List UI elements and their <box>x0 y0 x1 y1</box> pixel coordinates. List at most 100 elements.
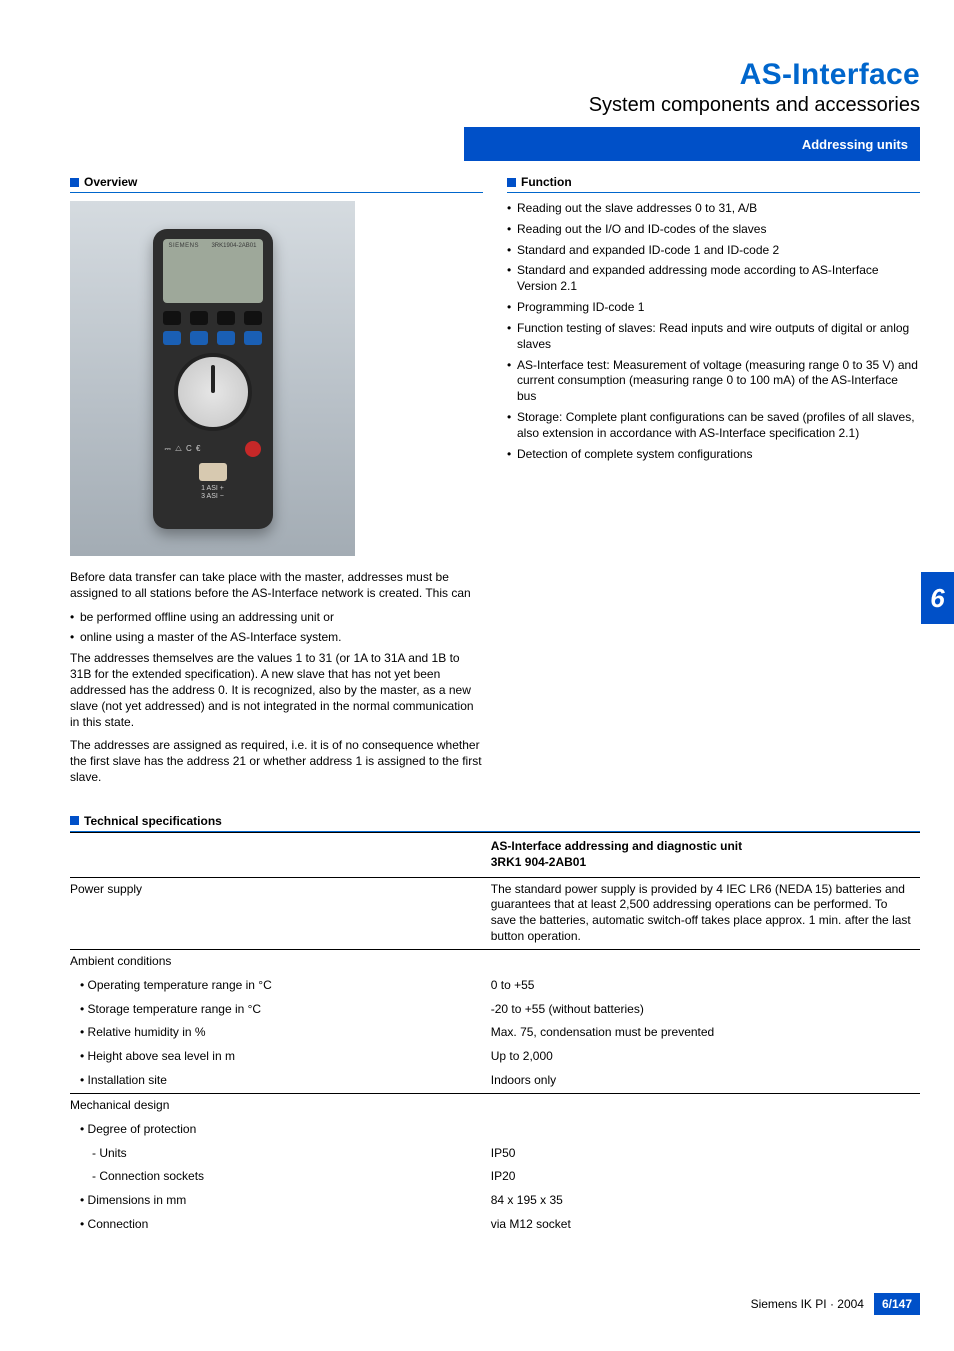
device-brand: SIEMENS <box>169 243 200 249</box>
square-bullet-icon <box>70 816 79 825</box>
page-number: 6/147 <box>874 1293 920 1315</box>
overview-p3: The addresses are assigned as required, … <box>70 738 483 785</box>
spec-val: Indoors only <box>491 1069 920 1093</box>
table-row: • Height above sea level in m Up to 2,00… <box>70 1045 920 1069</box>
device-power-button <box>245 441 261 457</box>
device-button <box>190 311 208 325</box>
spec-key: - Connection sockets <box>70 1165 491 1189</box>
device-button <box>244 311 262 325</box>
device-asi1: 1 ASI + <box>163 485 263 493</box>
device-btn-row-1 <box>163 311 263 325</box>
table-row: - Units IP50 <box>70 1142 920 1166</box>
col-header-l2: 3RK1 904-2AB01 <box>491 855 914 871</box>
list-item: Detection of complete system configurati… <box>507 447 920 463</box>
spec-key: • Height above sea level in m <box>70 1045 491 1069</box>
list-item: be performed offline using an addressing… <box>70 610 483 626</box>
device-button <box>217 311 235 325</box>
col-header-l1: AS-Interface addressing and diagnostic u… <box>491 839 914 855</box>
table-row: Mechanical design <box>70 1093 920 1117</box>
spec-val: IP50 <box>491 1142 920 1166</box>
spec-key: Ambient conditions <box>70 949 491 973</box>
table-row: • Storage temperature range in °C -20 to… <box>70 998 920 1022</box>
device-model: 3RK1904-2AB01 <box>211 243 256 249</box>
list-item: Standard and expanded addressing mode ac… <box>507 263 920 295</box>
spec-val: 84 x 195 x 35 <box>491 1189 920 1213</box>
overview-heading-row: Overview <box>70 175 483 193</box>
table-row: • Relative humidity in % Max. 75, conden… <box>70 1021 920 1045</box>
spec-val: -20 to +55 (without batteries) <box>491 998 920 1022</box>
square-bullet-icon <box>507 178 516 187</box>
page-footer: Siemens IK PI · 2004 6/147 <box>70 1293 920 1315</box>
table-row: Ambient conditions <box>70 949 920 973</box>
tech-heading: Technical specifications <box>84 814 222 828</box>
doc-subtitle: System components and accessories <box>70 94 920 117</box>
spec-key: • Dimensions in mm <box>70 1189 491 1213</box>
device-dial <box>174 353 252 431</box>
device-button <box>163 331 181 345</box>
square-bullet-icon <box>70 178 79 187</box>
spec-key: • Operating temperature range in °C <box>70 974 491 998</box>
table-row: • Installation site Indoors only <box>70 1069 920 1093</box>
spec-val <box>491 1093 920 1117</box>
device-asi2: 3 ASI − <box>163 493 263 501</box>
list-item: Reading out the I/O and ID-codes of the … <box>507 222 920 238</box>
list-item: Programming ID-code 1 <box>507 300 920 316</box>
left-column: Overview SIEMENS 3RK1904-2AB01 <box>70 175 483 794</box>
function-heading: Function <box>521 175 572 189</box>
spec-key: Power supply <box>70 877 491 949</box>
spec-val: via M12 socket <box>491 1213 920 1237</box>
right-column: Function Reading out the slave addresses… <box>507 175 920 794</box>
page-header: AS-Interface System components and acces… <box>70 58 920 117</box>
spec-key: Mechanical design <box>70 1093 491 1117</box>
table-header-row: AS-Interface addressing and diagnostic u… <box>70 832 920 877</box>
overview-p2: The addresses themselves are the values … <box>70 651 483 730</box>
spec-key: • Installation site <box>70 1069 491 1093</box>
table-row: Power supply The standard power supply i… <box>70 877 920 949</box>
product-image: SIEMENS 3RK1904-2AB01 <box>70 201 355 556</box>
overview-p1: Before data transfer can take place with… <box>70 570 483 602</box>
device-lcd: SIEMENS 3RK1904-2AB01 <box>163 239 263 303</box>
spec-val <box>491 1118 920 1142</box>
section-band-label: Addressing units <box>802 137 908 152</box>
function-heading-row: Function <box>507 175 920 193</box>
device-illustration: SIEMENS 3RK1904-2AB01 <box>153 229 273 529</box>
list-item: online using a master of the AS-Interfac… <box>70 630 483 646</box>
table-header-empty <box>70 832 491 877</box>
list-item: Function testing of slaves: Read inputs … <box>507 321 920 353</box>
section-band: Addressing units <box>464 127 920 161</box>
spec-key: • Storage temperature range in °C <box>70 998 491 1022</box>
spec-key: - Units <box>70 1142 491 1166</box>
overview-bullets: be performed offline using an addressing… <box>70 610 483 647</box>
device-port <box>199 463 227 481</box>
table-row: • Degree of protection <box>70 1118 920 1142</box>
function-bullets: Reading out the slave addresses 0 to 31,… <box>507 201 920 463</box>
table-header-value: AS-Interface addressing and diagnostic u… <box>491 832 920 877</box>
spec-table: AS-Interface addressing and diagnostic u… <box>70 832 920 1237</box>
spec-val <box>491 949 920 973</box>
spec-val: Max. 75, condensation must be prevented <box>491 1021 920 1045</box>
device-button <box>163 311 181 325</box>
spec-key: • Relative humidity in % <box>70 1021 491 1045</box>
device-cert-icons: ⎓ △ C € <box>165 444 202 454</box>
table-row: - Connection sockets IP20 <box>70 1165 920 1189</box>
spec-key: • Connection <box>70 1213 491 1237</box>
spec-val: IP20 <box>491 1165 920 1189</box>
device-btn-row-2 <box>163 331 263 345</box>
spec-val: The standard power supply is provided by… <box>491 877 920 949</box>
table-row: • Connection via M12 socket <box>70 1213 920 1237</box>
footer-text: Siemens IK PI · 2004 <box>751 1297 864 1311</box>
content-columns: Overview SIEMENS 3RK1904-2AB01 <box>70 175 920 794</box>
list-item: Reading out the slave addresses 0 to 31,… <box>507 201 920 217</box>
table-row: • Operating temperature range in °C 0 to… <box>70 974 920 998</box>
device-button <box>217 331 235 345</box>
overview-heading: Overview <box>84 175 137 189</box>
chapter-number: 6 <box>930 583 944 614</box>
spec-val: Up to 2,000 <box>491 1045 920 1069</box>
spec-key: • Degree of protection <box>70 1118 491 1142</box>
list-item: AS-Interface test: Measurement of voltag… <box>507 358 920 405</box>
tech-heading-row: Technical specifications <box>70 814 920 832</box>
table-row: • Dimensions in mm 84 x 195 x 35 <box>70 1189 920 1213</box>
device-button <box>190 331 208 345</box>
list-item: Storage: Complete plant configurations c… <box>507 410 920 442</box>
page: AS-Interface System components and acces… <box>0 0 954 1351</box>
